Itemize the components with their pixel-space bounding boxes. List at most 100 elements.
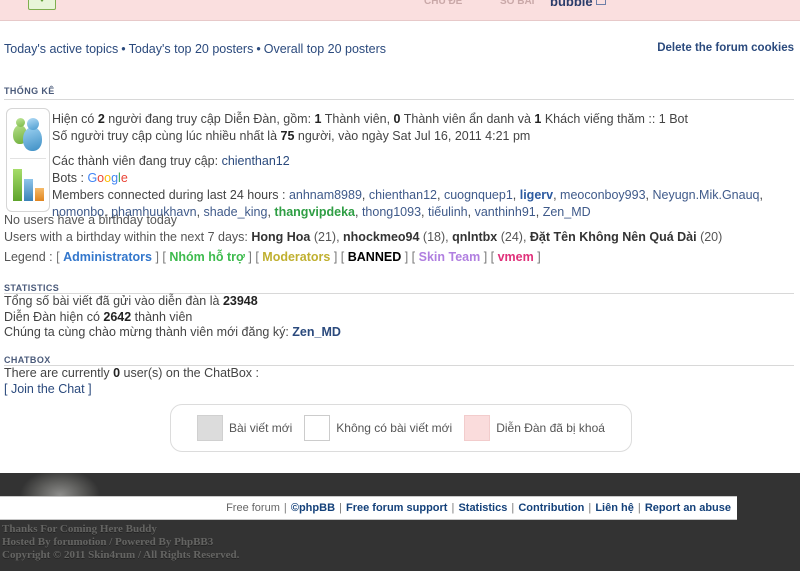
footer-link-separator: | — [448, 502, 458, 514]
birthday-user-list: Hong Hoa (21), nhockmeo94 (18), qnlntbx … — [251, 230, 722, 244]
bots-line: Bots : Google — [52, 170, 797, 187]
users-group-icon — [10, 112, 46, 159]
legend-group-administrators[interactable]: Administrators — [63, 250, 152, 264]
thongke-heading: THỐNG KÊ — [4, 86, 55, 96]
total-members-value: 2642 — [103, 309, 132, 324]
forum-legend-item-2: Không có bài viết mới — [304, 415, 452, 441]
total-posts-line: Tổng số bài viết đã gửi vào diễn đàn là … — [4, 294, 341, 310]
member-list-separator: , — [437, 188, 444, 202]
birthday-separator: , — [336, 230, 344, 244]
last-poster-link[interactable]: bubble — [550, 0, 606, 9]
legend-bracket-close: ] — [152, 250, 163, 264]
chatbox-user-count: 0 — [113, 366, 121, 380]
chatbox-prefix: There are currently — [4, 366, 114, 380]
statistics-icons-panel — [6, 108, 50, 212]
online-mid2: Thành viên, — [321, 112, 394, 126]
birthday-separator: , — [522, 230, 530, 244]
legend-bracket-close: ] — [244, 250, 256, 264]
birthday-user-3[interactable]: qnlntbx — [452, 230, 497, 244]
member-list-separator: , — [553, 188, 561, 202]
forum-legend-item-3: Diễn Đàn đã bị khoá — [464, 415, 605, 441]
last-24h-label: Members connected during last 24 hours : — [52, 188, 289, 202]
footer-link-separator: | — [634, 502, 644, 514]
footer-link-separator: | — [336, 502, 345, 514]
birthday-user-age-3: (24) — [497, 230, 523, 244]
member-link-cuognquep1[interactable]: cuognquep1 — [444, 188, 513, 202]
record-suffix: người, vào ngày Sat Jul 16, 2011 4:21 pm — [294, 129, 531, 143]
online-mid1: người đang truy cập Diễn Đàn, gồm: — [104, 112, 315, 126]
footer-link-contribution[interactable]: Contribution — [518, 502, 584, 514]
total-posts-prefix: Tổng số bài viết đã gửi vào diễn đàn là — [4, 294, 223, 308]
link-todays-active-topics[interactable]: Today's active topics — [4, 42, 118, 56]
footer-link-separator: | — [508, 502, 518, 514]
footer-credit-line-2: Hosted By forumotion / Powered By PhpBB3 — [2, 536, 214, 548]
legend-group-vmem[interactable]: vmem — [498, 250, 534, 264]
chatbox-heading: CHATBOX — [4, 355, 51, 365]
thongke-divider — [4, 99, 794, 100]
footer-link-li-n-h-[interactable]: Liên hệ — [595, 502, 634, 514]
footer-link-free-forum[interactable]: Free forum — [226, 502, 280, 514]
online-users-line: Hiện có 2 người đang truy cập Diễn Đàn, … — [52, 111, 797, 128]
chatbox-suffix: user(s) on the ChatBox : — [120, 366, 259, 380]
footer-credit-line-1: Thanks For Coming Here Buddy — [2, 523, 157, 535]
view-last-post-icon[interactable] — [595, 0, 606, 5]
total-members-line: Diễn Đàn hiện có 2642 thành viên — [4, 310, 341, 326]
member-link-chienthan12[interactable]: chienthan12 — [369, 188, 437, 202]
link-todays-top-20-posters[interactable]: Today's top 20 posters — [129, 42, 254, 56]
bots-label: Bots : — [52, 171, 88, 185]
legend-bracket-close: ] — [330, 250, 341, 264]
record-online-line: Số người truy cập cùng lúc nhiều nhất là… — [52, 128, 797, 145]
footer-link--phpbb[interactable]: ©phpBB — [291, 502, 335, 514]
total-members-suffix: thành viên — [131, 309, 193, 324]
online-suffix: Khách viếng thăm :: 1 Bot — [541, 112, 688, 126]
member-list-separator: , — [361, 188, 369, 202]
statistics-heading: STATISTICS — [4, 283, 60, 293]
column-header-posts: SỐ BÀI — [500, 0, 535, 7]
legend-bracket-close: ] — [401, 250, 412, 264]
newest-member-link[interactable]: Zen_MD — [292, 325, 341, 339]
birthday-user-1[interactable]: Hong Hoa — [251, 230, 310, 244]
legend-group-moderators[interactable]: Moderators — [262, 250, 330, 264]
new-posts-folder-icon — [28, 0, 56, 10]
birthday-next7-line: Users with a birthday within the next 7 … — [4, 229, 784, 246]
join-chat-line: [ Join the Chat ] — [4, 382, 259, 398]
birthday-next7-label: Users with a birthday within the next 7 … — [4, 230, 252, 244]
footer-credits: Thanks For Coming Here Buddy Hosted By fo… — [2, 523, 422, 562]
nav-links-left: Today's active topics • Today's top 20 pos… — [4, 42, 386, 56]
member-link-neyugn-mik-gnauq[interactable]: Neyugn.Mik.Gnauq — [652, 188, 759, 202]
legend-group-nh-m-h-tr-[interactable]: Nhóm hỗ trợ — [169, 250, 245, 264]
footer-link-statistics[interactable]: Statistics — [458, 502, 507, 514]
legend-group-skin-team[interactable]: Skin Team — [419, 250, 481, 264]
online-prefix: Hiện có — [52, 112, 98, 126]
forum-status-legend-box: Bài viết mới Không có bài viết mới Diễn Đà… — [170, 404, 632, 452]
birthday-user-2[interactable]: nhockmeo94 — [343, 230, 419, 244]
legend-label: Legend : — [4, 250, 57, 264]
legend-bracket-open: [ — [411, 250, 419, 264]
legend-bracket-close: ] — [480, 250, 491, 264]
link-overall-top-20-posters[interactable]: Overall top 20 posters — [264, 42, 386, 56]
footer-link-report-an-abuse[interactable]: Report an abuse — [645, 502, 731, 514]
online-member-chienthan12[interactable]: chienthan12 — [222, 154, 290, 168]
member-link-anhnam8989[interactable]: anhnam8989 — [289, 188, 362, 202]
link-delete-forum-cookies[interactable]: Delete the forum cookies — [657, 42, 794, 54]
footer-links: Free forum | ©phpBB | Free forum support… — [226, 498, 731, 518]
member-link-ligerv[interactable]: ligerv — [520, 188, 553, 202]
nav-separator-2: • — [256, 42, 261, 56]
birthday-user-4[interactable]: Đặt Tên Không Nên Quá Dài — [530, 230, 697, 244]
record-prefix: Số người truy cập cùng lúc nhiều nhất là — [52, 129, 281, 143]
join-the-chat-link[interactable]: [ Join the Chat ] — [4, 382, 92, 396]
footer-link-free-forum-support[interactable]: Free forum support — [346, 502, 447, 514]
bar-chart-icon — [10, 159, 46, 207]
forum-legend-label-1: Bài viết mới — [229, 421, 293, 435]
forum-legend-swatch-icon-2 — [304, 415, 331, 441]
legend-group-list: [ Administrators ] [ Nhóm hỗ trợ ] [ Mod… — [56, 250, 541, 264]
statistics-text-block: Hiện có 2 người đang truy cập Diễn Đàn, … — [52, 111, 797, 221]
record-value: 75 — [280, 129, 295, 143]
footer-link-separator: | — [585, 502, 595, 514]
legend-bracket-open: [ — [340, 250, 348, 264]
forum-legend-label-3: Diễn Đàn đã bị khoá — [496, 421, 605, 435]
member-list-separator: , — [512, 188, 520, 202]
legend-group-banned[interactable]: BANNED — [348, 250, 401, 264]
member-link-meoconboy993[interactable]: meoconboy993 — [560, 188, 645, 202]
chatbox-users-line: There are currently 0 user(s) on the Cha… — [4, 366, 259, 382]
